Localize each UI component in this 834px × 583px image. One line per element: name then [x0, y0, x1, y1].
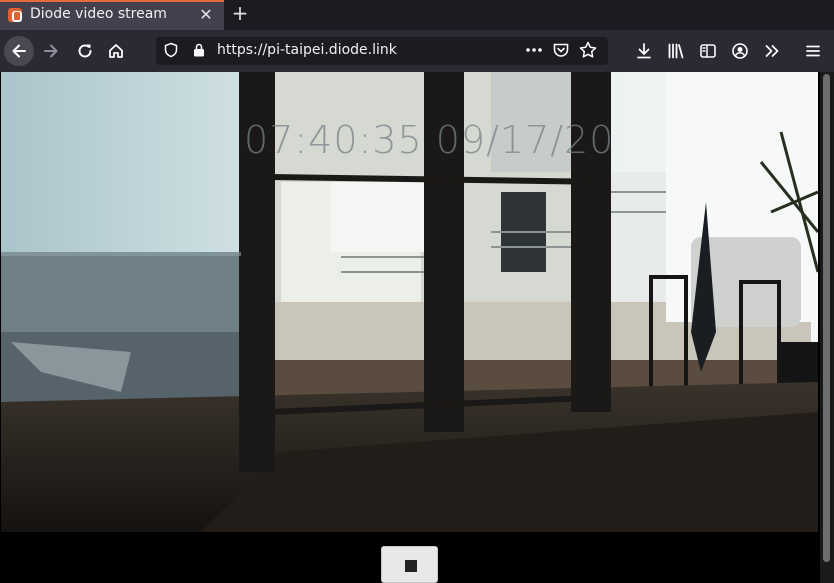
- library-icon[interactable]: [666, 41, 686, 61]
- new-tab-button[interactable]: +: [229, 3, 251, 25]
- forward-arrow-icon: [44, 44, 58, 58]
- download-icon[interactable]: [634, 41, 654, 61]
- home-icon: [109, 44, 123, 58]
- vertical-scrollbar[interactable]: [820, 72, 834, 583]
- back-button[interactable]: [4, 36, 34, 66]
- star-icon[interactable]: [578, 40, 598, 60]
- home-button[interactable]: [101, 36, 131, 66]
- pocket-icon[interactable]: [552, 41, 570, 59]
- stop-icon: [405, 560, 417, 572]
- scrollbar-thumb[interactable]: [823, 74, 830, 562]
- tab-strip: Diode video stream ✕ +: [0, 0, 834, 30]
- reload-icon: [78, 44, 92, 58]
- diode-favicon-icon: [8, 8, 22, 22]
- reload-button[interactable]: [70, 36, 100, 66]
- tab-title: Diode video stream: [30, 6, 167, 22]
- sidebar-icon[interactable]: [698, 41, 718, 61]
- url-text[interactable]: https://pi-taipei.diode.link: [217, 42, 397, 58]
- tab-diode-video-stream[interactable]: Diode video stream ✕: [0, 0, 224, 30]
- lock-icon[interactable]: [192, 42, 206, 58]
- hamburger-menu-icon[interactable]: [803, 41, 823, 61]
- chevron-double-right-icon[interactable]: [762, 41, 782, 61]
- video-timestamp-overlay: 07:40:35 09/17/20: [244, 118, 615, 162]
- stop-stream-button[interactable]: [381, 546, 438, 583]
- account-icon[interactable]: [730, 41, 750, 61]
- close-tab-icon[interactable]: ✕: [196, 5, 216, 25]
- more-dots-icon[interactable]: [524, 40, 544, 60]
- tracking-shield-icon[interactable]: [164, 42, 178, 58]
- forward-button[interactable]: [36, 36, 66, 66]
- back-arrow-icon: [12, 44, 26, 58]
